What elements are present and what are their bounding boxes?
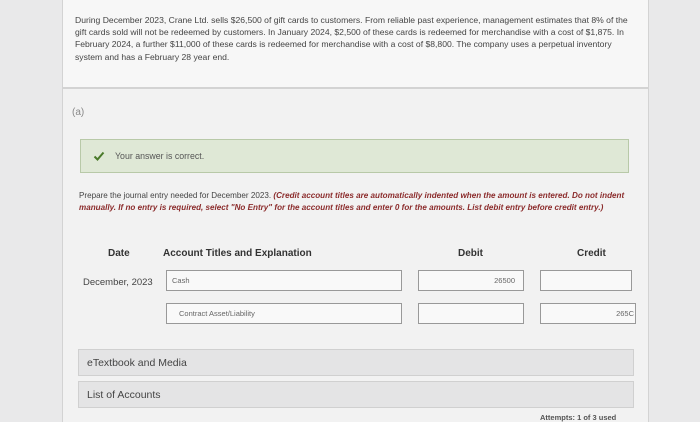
feedback-text: Your answer is correct. [115,151,205,161]
row1-account-input[interactable]: Cash [166,270,402,291]
row2-account-input[interactable]: Contract Asset/Liability [166,303,402,324]
row1-debit-input[interactable]: 26500 [418,270,524,291]
list-of-accounts-link[interactable]: List of Accounts [78,381,634,408]
problem-text: During December 2023, Crane Ltd. sells $… [75,15,628,62]
part-label: (a) [72,107,85,118]
header-debit: Debit [458,248,483,259]
etextbook-label: eTextbook and Media [87,356,187,369]
feedback-banner: Your answer is correct. [80,139,629,173]
header-account: Account Titles and Explanation [163,248,312,259]
list-of-accounts-label: List of Accounts [87,388,161,401]
row1-credit-input[interactable] [540,270,632,291]
problem-statement: During December 2023, Crane Ltd. sells $… [62,0,649,88]
checkmark-icon [93,151,105,161]
row2-debit-input[interactable] [418,303,524,324]
row2-credit-input[interactable]: 265C [540,303,636,324]
header-credit: Credit [577,248,606,259]
instructions-plain: Prepare the journal entry needed for Dec… [79,191,274,200]
instructions: Prepare the journal entry needed for Dec… [79,190,635,213]
attempts-counter: Attempts: 1 of 3 used [540,413,617,422]
row1-date: December, 2023 [83,277,153,288]
etextbook-link[interactable]: eTextbook and Media [78,349,634,376]
header-date: Date [108,248,130,259]
